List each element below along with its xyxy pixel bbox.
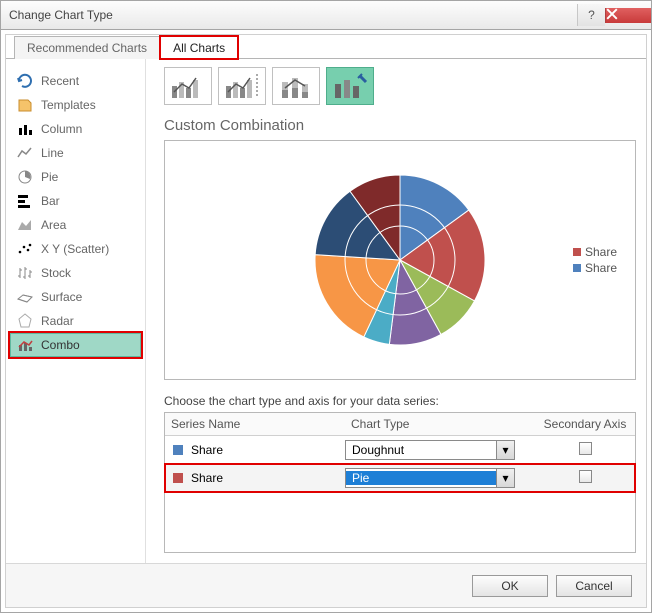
sidebar-item-label: Templates (41, 98, 96, 112)
subtype-title: Custom Combination (164, 117, 636, 134)
sidebar-item-label: Column (41, 122, 82, 136)
scatter-icon (17, 241, 33, 257)
series-grid-header: Series Name Chart Type Secondary Axis (165, 413, 635, 436)
pie-icon (17, 169, 33, 185)
sidebar-item-line[interactable]: Line (10, 141, 141, 165)
series-name-1: Share (191, 471, 223, 485)
legend-label-0: Share (585, 245, 617, 259)
combo-subtype-row (164, 67, 636, 105)
legend: Share Share (573, 243, 617, 277)
series-grid-empty (165, 492, 635, 552)
sidebar-item-combo[interactable]: Combo (10, 333, 141, 357)
series-grid: Series Name Chart Type Secondary Axis Sh… (164, 412, 636, 553)
chart-type-value-0: Doughnut (346, 443, 496, 457)
series-row-0: Share Doughnut ▾ (165, 436, 635, 464)
sidebar-item-label: X Y (Scatter) (41, 242, 109, 256)
tab-strip: Recommended Charts All Charts (6, 35, 646, 59)
combo-icon (17, 337, 33, 353)
sidebar-item-label: Combo (41, 338, 80, 352)
sidebar-item-label: Pie (41, 170, 58, 184)
sidebar-item-surface[interactable]: Surface (10, 285, 141, 309)
subtype-clustered-line-secondary[interactable] (218, 67, 266, 105)
chevron-down-icon: ▾ (496, 441, 514, 459)
tab-recommended[interactable]: Recommended Charts (14, 36, 160, 59)
chart-type-select-0[interactable]: Doughnut ▾ (345, 440, 515, 460)
sidebar-item-radar[interactable]: Radar (10, 309, 141, 333)
close-button[interactable] (605, 8, 651, 23)
subtype-clustered-line[interactable] (164, 67, 212, 105)
area-icon (17, 217, 33, 233)
series-swatch-1 (173, 473, 183, 483)
subtype-stacked-line[interactable] (272, 67, 320, 105)
chevron-down-icon: ▾ (496, 469, 514, 487)
stock-icon (17, 265, 33, 281)
chart-category-list: Recent Templates Column Line Pie Bar (6, 59, 146, 563)
sidebar-item-pie[interactable]: Pie (10, 165, 141, 189)
tab-all-charts-label: All Charts (173, 41, 225, 55)
tab-all-charts[interactable]: All Charts (160, 36, 238, 59)
sidebar-item-stock[interactable]: Stock (10, 261, 141, 285)
legend-label-1: Share (585, 261, 617, 275)
sidebar-item-templates[interactable]: Templates (10, 93, 141, 117)
column-icon (17, 121, 33, 137)
pie-chart (290, 165, 510, 355)
chart-type-value-1: Pie (346, 471, 496, 485)
series-swatch-0 (173, 445, 183, 455)
help-button[interactable]: ? (577, 4, 605, 26)
sidebar-item-bar[interactable]: Bar (10, 189, 141, 213)
sidebar-item-label: Radar (41, 314, 74, 328)
sidebar-item-label: Stock (41, 266, 71, 280)
header-chart-type: Chart Type (345, 413, 535, 435)
line-icon (17, 145, 33, 161)
sidebar-item-recent[interactable]: Recent (10, 69, 141, 93)
sidebar-item-column[interactable]: Column (10, 117, 141, 141)
cancel-button[interactable]: Cancel (556, 575, 632, 597)
series-name-0: Share (191, 443, 223, 457)
secondary-axis-check-0[interactable] (579, 442, 592, 455)
series-section-title: Choose the chart type and axis for your … (164, 394, 636, 408)
subtype-custom[interactable] (326, 67, 374, 105)
sidebar-item-label: Recent (41, 74, 79, 88)
sidebar-item-label: Line (41, 146, 64, 160)
window-title: Change Chart Type (9, 8, 577, 22)
tab-recommended-label: Recommended Charts (27, 41, 147, 55)
dialog-footer: OK Cancel (6, 563, 646, 607)
sidebar-item-label: Bar (41, 194, 60, 208)
radar-icon (17, 313, 33, 329)
surface-icon (17, 289, 33, 305)
header-secondary-axis: Secondary Axis (535, 413, 635, 435)
main-panel: Custom Combination Share Share Choose th… (146, 59, 646, 563)
header-series-name: Series Name (165, 413, 345, 435)
series-row-1: Share Pie ▾ (165, 464, 635, 492)
recent-icon (17, 73, 33, 89)
titlebar: Change Chart Type ? (0, 0, 652, 30)
bar-icon (17, 193, 33, 209)
secondary-axis-check-1[interactable] (579, 470, 592, 483)
sidebar-item-area[interactable]: Area (10, 213, 141, 237)
templates-icon (17, 97, 33, 113)
sidebar-item-label: Area (41, 218, 66, 232)
ok-button[interactable]: OK (472, 575, 548, 597)
chart-type-select-1[interactable]: Pie ▾ (345, 468, 515, 488)
chart-preview: Share Share (164, 140, 636, 380)
sidebar-item-label: Surface (41, 290, 82, 304)
sidebar-item-scatter[interactable]: X Y (Scatter) (10, 237, 141, 261)
